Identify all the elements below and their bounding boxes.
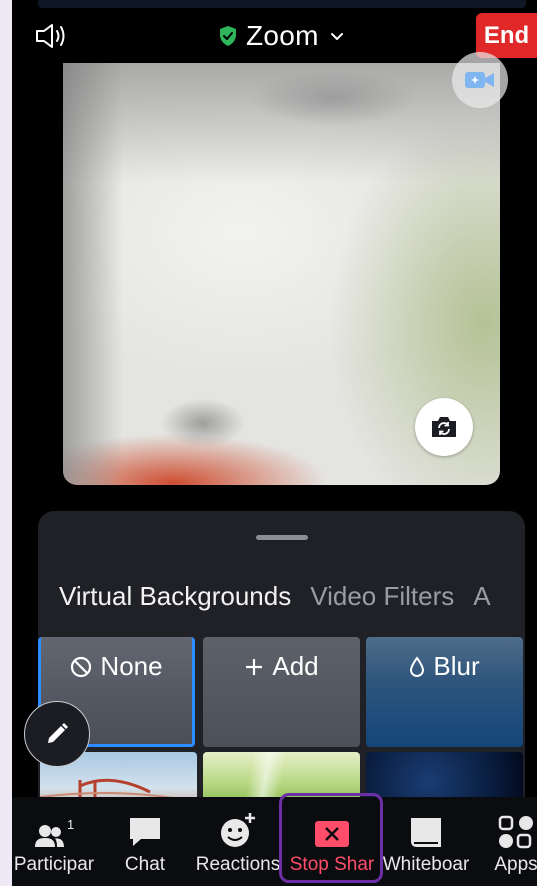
video-shading-top <box>63 63 500 183</box>
droplet-icon <box>410 655 425 677</box>
apps-icon <box>498 815 533 849</box>
reactions-label: Reactions <box>195 854 281 875</box>
meeting-title-dropdown[interactable]: Zoom <box>218 18 345 54</box>
background-none-label: None <box>100 651 163 681</box>
tab-video-filters[interactable]: Video Filters <box>310 581 454 612</box>
top-band <box>38 0 526 8</box>
sheet-drag-handle[interactable] <box>256 535 308 540</box>
flip-camera-icon <box>432 417 456 437</box>
reactions-button[interactable]: Reactions <box>192 797 284 886</box>
background-blur-tile[interactable]: Blur <box>366 637 523 747</box>
camera-effect-icon <box>465 72 494 88</box>
chat-label: Chat <box>124 854 166 875</box>
add-reaction-icon <box>221 813 255 847</box>
participants-count: 1 <box>67 819 74 832</box>
background-options-row: None Add Blur <box>38 637 525 747</box>
speaker-icon[interactable] <box>34 22 70 50</box>
participants-icon: 1 <box>35 819 74 847</box>
meeting-toolbar: 1 Participar Chat Reactions Stop Shar Wh… <box>12 797 537 886</box>
stop-share-icon <box>315 821 349 847</box>
shield-check-icon <box>220 26 236 46</box>
apps-button[interactable]: Apps <box>486 797 537 886</box>
meeting-title: Zoom <box>246 20 319 51</box>
camera-effect-button[interactable] <box>452 52 508 108</box>
tab-avatars[interactable]: A <box>473 581 490 612</box>
virtual-background-sheet: Virtual Backgrounds Video Filters A None… <box>38 511 525 811</box>
background-blur-label: Blur <box>433 651 480 681</box>
chat-bubble-icon <box>130 818 160 846</box>
block-icon <box>71 656 92 677</box>
sheet-tabs: Virtual Backgrounds Video Filters A <box>59 581 491 612</box>
stop-share-button[interactable]: Stop Shar <box>286 797 378 886</box>
chevron-down-icon <box>330 33 343 40</box>
tab-virtual-backgrounds[interactable]: Virtual Backgrounds <box>59 581 291 612</box>
chat-button[interactable]: Chat <box>108 797 182 886</box>
left-edge-strip <box>0 0 12 886</box>
plus-icon <box>246 658 263 675</box>
background-add-tile[interactable]: Add <box>203 637 360 747</box>
whiteboard-button[interactable]: Whiteboar <box>382 797 470 886</box>
background-add-label: Add <box>272 651 319 681</box>
whiteboard-icon <box>411 818 441 847</box>
pencil-icon <box>48 723 68 743</box>
edit-button[interactable] <box>24 701 90 767</box>
apps-label: Apps <box>494 854 537 875</box>
whiteboard-label: Whiteboar <box>382 854 470 875</box>
participants-button[interactable]: 1 Participar <box>10 797 98 886</box>
stop-share-label: Stop Shar <box>289 854 375 875</box>
top-bar: Zoom End <box>12 8 537 64</box>
participants-label: Participar <box>13 854 95 875</box>
flip-camera-button[interactable] <box>415 398 473 456</box>
end-meeting-button[interactable]: End <box>476 13 537 58</box>
